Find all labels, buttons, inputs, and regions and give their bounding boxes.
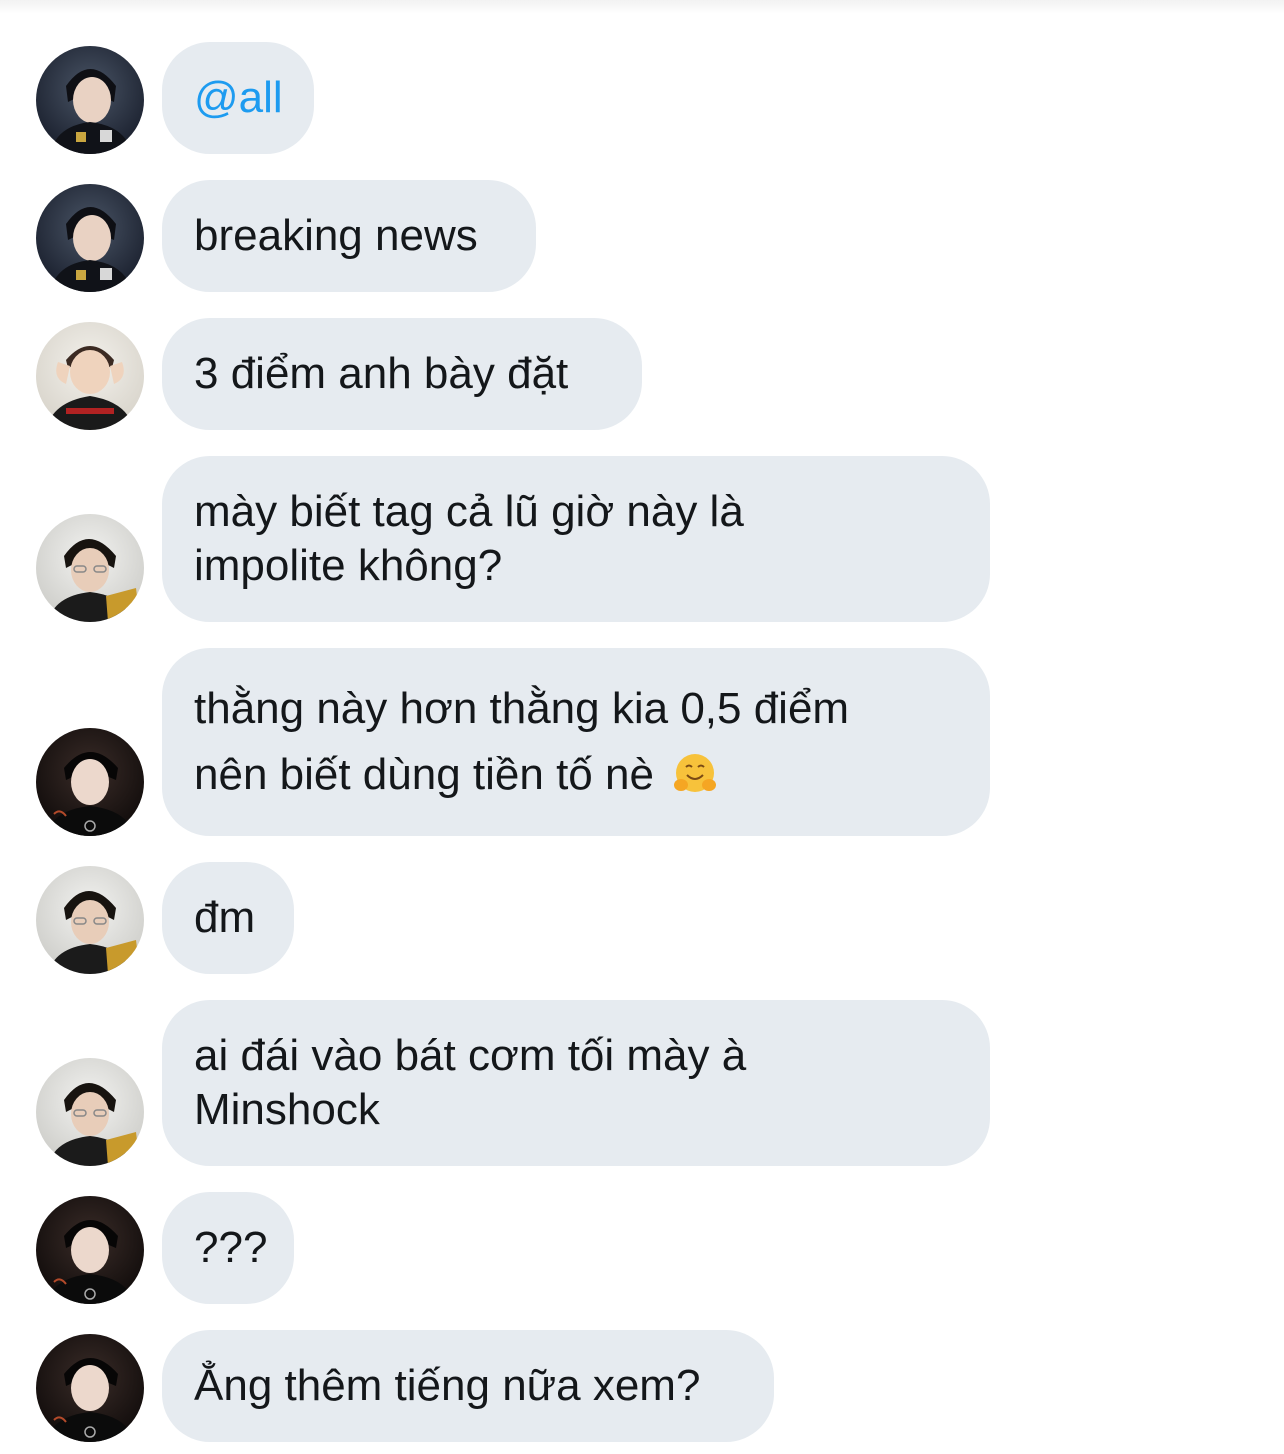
message-text: Ẳng thêm tiếng nữa xem? — [194, 1361, 701, 1411]
avatar-b[interactable] — [36, 322, 144, 430]
message-text-line: nên biết dùng tiền tố nè — [194, 750, 654, 799]
message-bubble[interactable]: thằng này hơn thằng kia 0,5 điểm nên biế… — [162, 648, 990, 836]
message-bubble[interactable]: ??? — [162, 1192, 294, 1304]
message-bubble[interactable]: breaking news — [162, 180, 536, 292]
avatar-c[interactable] — [36, 866, 144, 974]
message-text-line: Minshock — [194, 1085, 380, 1134]
message-bubble[interactable]: đm — [162, 862, 294, 974]
message-text: đm — [194, 893, 256, 943]
message-text-line: impolite không? — [194, 541, 503, 590]
message-bubble[interactable]: Ẳng thêm tiếng nữa xem? — [162, 1330, 774, 1442]
message-bubble[interactable]: mày biết tag cả lũ giờ này là impolite k… — [162, 456, 990, 622]
hugging-face-emoji-icon — [674, 754, 717, 792]
message-text-line: ai đái vào bát cơm tối mày à — [194, 1031, 747, 1081]
avatar-c[interactable] — [36, 514, 144, 622]
avatar-a[interactable] — [36, 184, 144, 292]
avatar-d[interactable] — [36, 1196, 144, 1304]
message-bubble[interactable]: 3 điểm anh bày đặt — [162, 318, 642, 430]
avatar-c[interactable] — [36, 1058, 144, 1166]
message-text-line: mày biết tag cả lũ giờ này là — [194, 487, 744, 537]
top-bar-shadow — [0, 0, 1284, 14]
message-bubble[interactable]: @all — [162, 42, 314, 154]
message-bubble[interactable]: ai đái vào bát cơm tối mày à Minshock — [162, 1000, 990, 1166]
mention-text[interactable]: @all — [194, 71, 283, 125]
avatar-a[interactable] — [36, 46, 144, 154]
message-text: 3 điểm anh bày đặt — [194, 349, 569, 399]
message-text: breaking news — [194, 211, 478, 261]
avatar-d[interactable] — [36, 1334, 144, 1442]
message-text-line: thằng này hơn thằng kia 0,5 điểm — [194, 684, 850, 733]
avatar-d[interactable] — [36, 728, 144, 836]
message-text: ??? — [194, 1223, 268, 1273]
